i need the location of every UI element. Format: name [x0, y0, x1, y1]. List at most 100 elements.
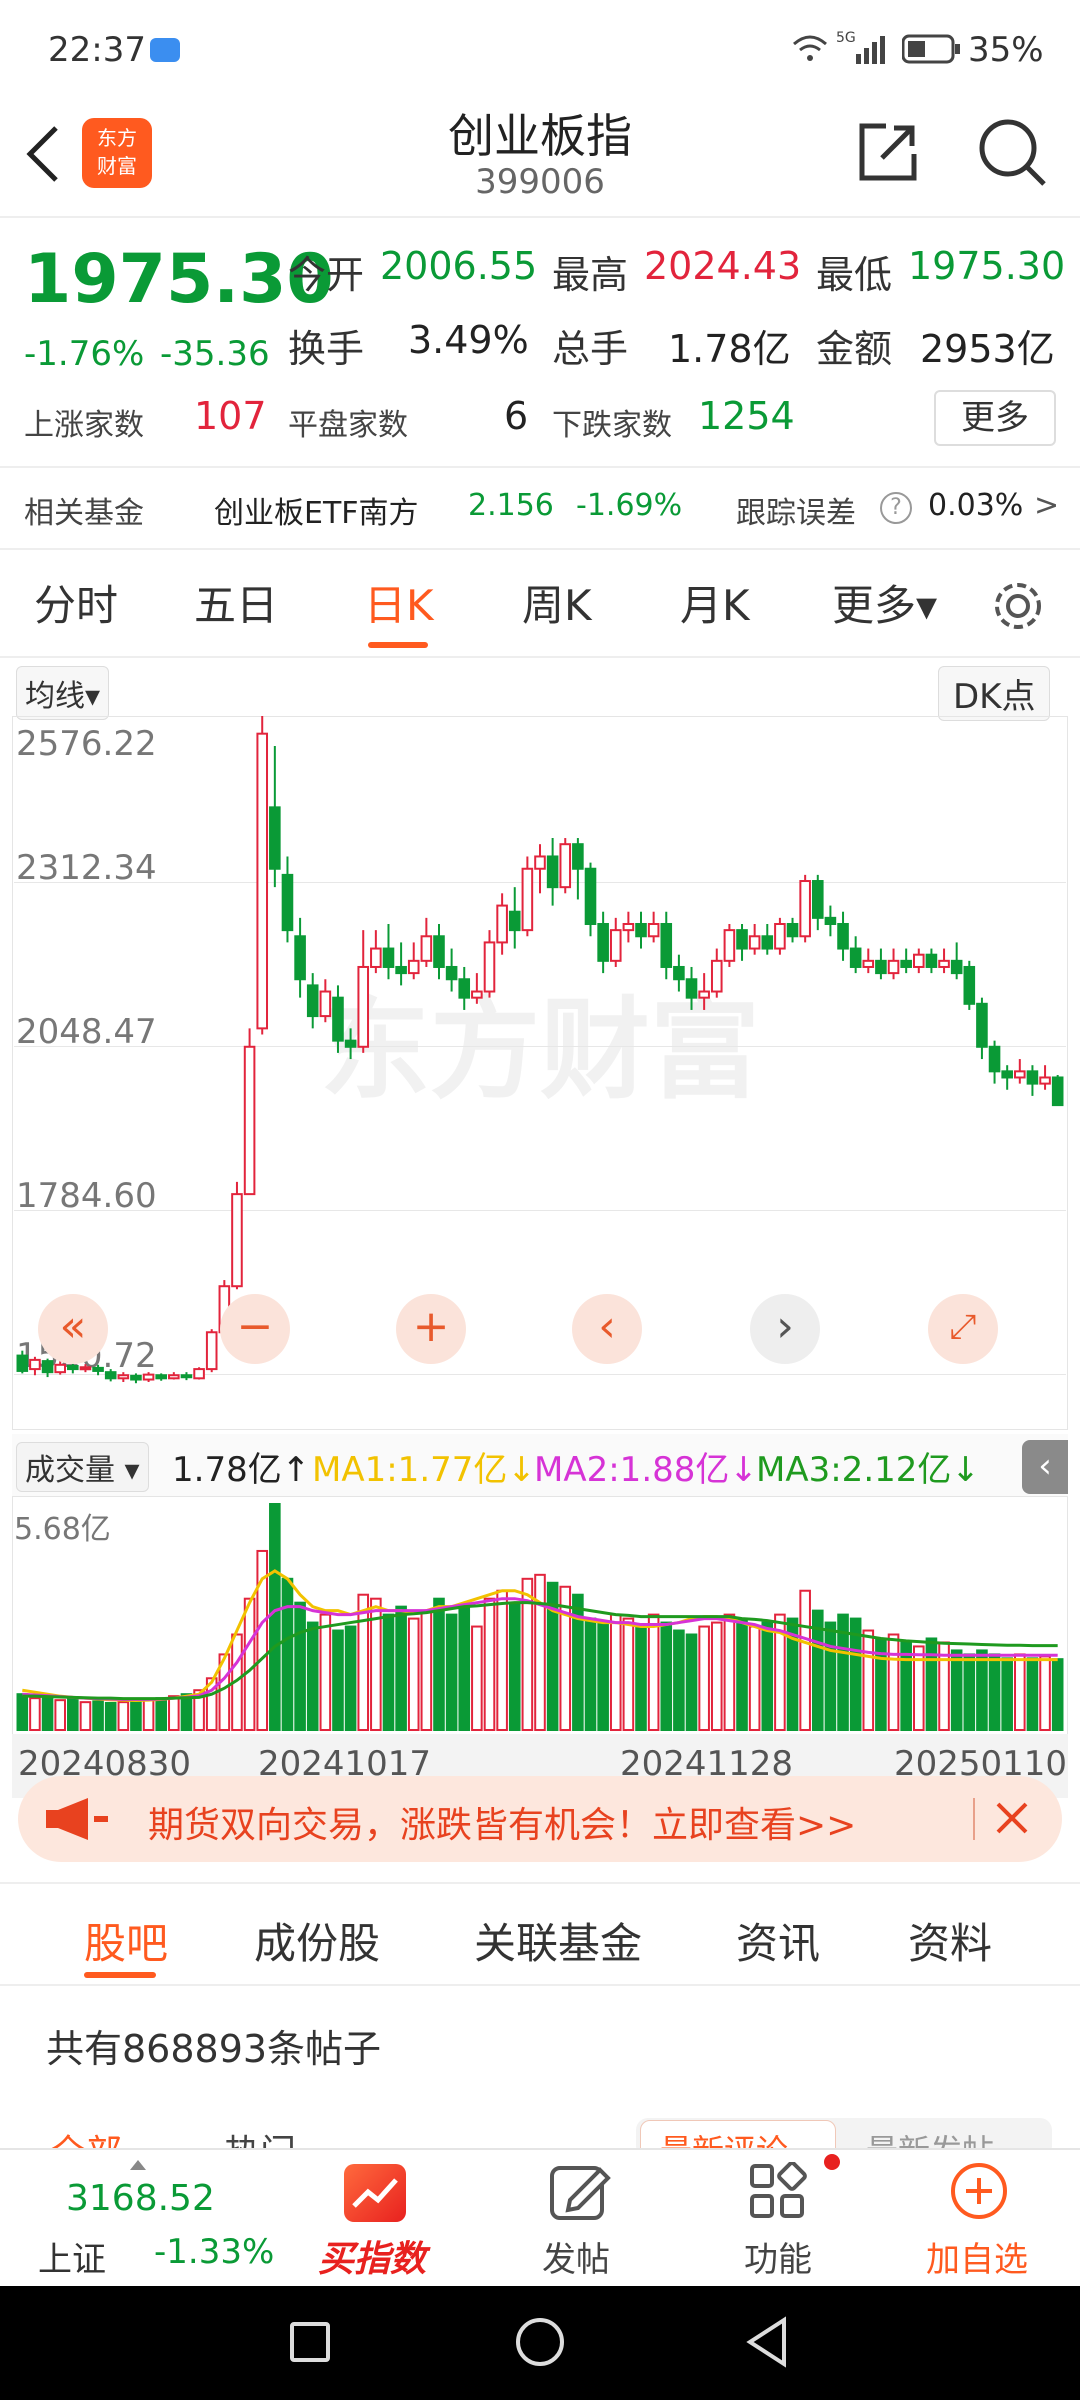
zoom-out-icon[interactable]: −: [220, 1294, 290, 1364]
candlestick-chart[interactable]: [12, 716, 1068, 1430]
fund-name[interactable]: 创业板ETF南方: [214, 488, 419, 532]
candle-body: [597, 922, 609, 962]
up-count: 107: [194, 394, 267, 438]
tab-daily-k[interactable]: 日K: [364, 572, 434, 633]
candle-body: [849, 947, 862, 968]
recents-icon[interactable]: [290, 2322, 330, 2362]
home-icon[interactable]: [516, 2318, 564, 2366]
volume-bar: [887, 1633, 900, 1732]
candle-body: [508, 910, 521, 932]
index-code: 399006: [475, 162, 605, 202]
share-icon[interactable]: [856, 120, 920, 184]
candle-body: [824, 916, 837, 925]
tab-news[interactable]: 资讯: [736, 1910, 820, 1971]
volume-current: 1.78亿↑: [172, 1450, 311, 1490]
candle-body: [534, 855, 546, 870]
candle-body: [306, 984, 319, 1018]
sh-index-name: 上证: [38, 2240, 106, 2280]
scroll-left-fast-icon[interactable]: «: [38, 1294, 108, 1364]
scroll-left-icon[interactable]: ‹: [572, 1294, 642, 1364]
candle-body: [29, 1358, 41, 1371]
sh-index-value: 3168.52: [66, 2178, 215, 2219]
tab-profile[interactable]: 资料: [908, 1910, 992, 1971]
functions-button[interactable]: 功能: [732, 2150, 852, 2286]
nav-bar: 东方 财富 创业板指 399006: [0, 90, 1080, 218]
volume-value: 1.78亿: [668, 327, 791, 371]
tab-related-funds[interactable]: 关联基金: [474, 1910, 642, 1971]
kline-chart-area: 均线▾ DK点 东方财富 2576.22 2312.34 2048.47 178…: [0, 660, 1080, 1798]
buy-index-button[interactable]: 买指数: [312, 2150, 452, 2286]
volume-bar: [281, 1577, 294, 1732]
ma-selector[interactable]: 均线▾: [16, 666, 110, 720]
settings-gear-icon[interactable]: [990, 578, 1046, 634]
candle-body: [92, 1366, 104, 1372]
candle-body: [168, 1374, 180, 1380]
collapse-panel-icon[interactable]: ‹: [1022, 1440, 1068, 1494]
tab-five-day[interactable]: 五日: [194, 572, 278, 633]
post-button[interactable]: 发帖: [532, 2150, 652, 2286]
tab-constituents[interactable]: 成份股: [254, 1910, 380, 1971]
fund-pct: -1.69%: [576, 488, 683, 523]
candle-body: [521, 867, 534, 932]
tab-more[interactable]: 更多▾: [832, 572, 937, 633]
candle-body: [130, 1374, 142, 1381]
add-circle-icon: [951, 2163, 1007, 2219]
zoom-in-icon[interactable]: +: [396, 1294, 466, 1364]
volume-bar: [698, 1625, 710, 1732]
cloud-icon: [150, 38, 180, 62]
candle-body: [1014, 1070, 1026, 1079]
volume-bar: [382, 1613, 395, 1731]
dk-point-toggle[interactable]: DK点: [938, 666, 1051, 721]
volume-bar: [736, 1617, 748, 1731]
open-label: 今开: [288, 253, 365, 297]
search-icon[interactable]: [976, 116, 1048, 188]
candle-body: [900, 959, 912, 968]
volume-bar: [54, 1699, 66, 1731]
more-button[interactable]: 更多: [934, 390, 1056, 446]
tab-intraday[interactable]: 分时: [34, 572, 118, 633]
candle-body: [344, 1039, 357, 1048]
fullscreen-icon[interactable]: ⤢: [928, 1294, 998, 1364]
help-icon[interactable]: ?: [880, 492, 912, 524]
candle-body: [988, 1045, 1001, 1073]
grid-apps-icon: [750, 2162, 807, 2218]
candle-body: [256, 732, 269, 1030]
back-icon[interactable]: [22, 124, 66, 184]
volume-bar: [168, 1695, 180, 1732]
page-title: 创业板指: [448, 109, 632, 163]
candle-body: [117, 1374, 130, 1380]
volume-bar: [824, 1621, 837, 1731]
volume-selector[interactable]: 成交量 ▾: [16, 1442, 149, 1492]
volume-bar: [647, 1613, 660, 1731]
candle-body: [799, 880, 811, 938]
volume-bar: [862, 1629, 875, 1731]
promo-banner[interactable]: 期货双向交易，涨跌皆有机会！立即查看>>: [18, 1776, 1062, 1862]
tab-weekly-k[interactable]: 周K: [522, 572, 592, 633]
volume-bar-chart[interactable]: [12, 1496, 1068, 1734]
tab-indicator: [84, 1972, 156, 1978]
tab-forum[interactable]: 股吧: [84, 1910, 168, 1971]
related-fund-label: 相关基金: [24, 496, 144, 531]
volume-ma2: MA2:1.88亿↓: [534, 1450, 758, 1490]
candle-body: [357, 965, 370, 1048]
chevron-right-icon[interactable]: >: [1034, 488, 1059, 523]
volume-bar: [306, 1621, 319, 1731]
candle-body: [231, 1193, 243, 1288]
market-index-ticker[interactable]: 3168.52 上证 -1.33%: [0, 2150, 274, 2286]
candle-body: [16, 1354, 29, 1372]
close-icon[interactable]: [992, 1798, 1032, 1838]
add-watchlist-button[interactable]: 加自选: [918, 2150, 1058, 2286]
volume-bar: [357, 1593, 370, 1731]
scroll-right-icon[interactable]: ›: [750, 1294, 820, 1364]
candle-body: [155, 1374, 168, 1380]
volume-ma1: MA1:1.77亿↓: [312, 1450, 536, 1490]
up-count-label: 上涨家数: [24, 408, 144, 443]
back-nav-icon[interactable]: [744, 2316, 790, 2368]
volume-bar: [41, 1695, 54, 1732]
candle-body: [319, 990, 332, 1018]
high-label: 最高: [552, 253, 629, 297]
volume-bar: [976, 1649, 988, 1731]
candle-body: [559, 843, 572, 889]
candle-body: [496, 904, 508, 944]
tab-monthly-k[interactable]: 月K: [680, 572, 750, 633]
